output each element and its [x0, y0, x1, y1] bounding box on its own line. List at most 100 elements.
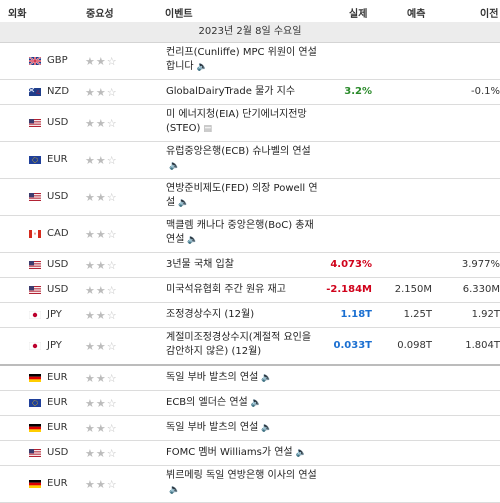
event-label[interactable]: 유럽중앙은행(ECB) 슈나벨의 연설 [166, 146, 311, 157]
event-row[interactable]: USD ★★☆ 미 에너지청(EIA) 단기에너지전망(STEO) ▤ [0, 105, 500, 142]
event-label[interactable]: GlobalDairyTrade 물가 지수 [166, 86, 295, 97]
importance-stars: ★★☆ [85, 309, 118, 322]
actual-value: 0.033T [333, 340, 372, 351]
currency-code: USD [47, 117, 69, 128]
event-name[interactable]: 독일 부바 발츠의 연설 🔈 [166, 421, 321, 435]
importance-stars: ★★☆ [85, 55, 118, 68]
event-row[interactable]: JPY ★★☆ 계절미조정경상수지(계절적 요인을 감안하지 않은) (12월) 0.… [0, 328, 500, 366]
forecast-value: 2.150M [394, 284, 432, 295]
event-name[interactable]: 독일 부바 발츠의 연설 🔈 [166, 371, 321, 385]
importance-stars: ★★☆ [85, 422, 118, 435]
actual-value: 1.18T [340, 309, 373, 320]
importance-stars: ★★☆ [85, 117, 118, 130]
importance-stars: ★★☆ [85, 397, 118, 410]
eu-flag-icon [29, 399, 41, 407]
event-name[interactable]: 연방준비제도(FED) 의장 Powell 연설 🔈 [166, 182, 321, 210]
event-name[interactable]: 미국석유협회 주간 원유 재고 [166, 283, 321, 297]
event-name[interactable]: 3년물 국채 입찰 [166, 258, 321, 272]
event-label[interactable]: 계절미조정경상수지(계절적 요인을 감안하지 않은) (12월) [166, 332, 311, 357]
importance-stars: ★★☆ [85, 478, 118, 491]
event-row[interactable]: EUR ★★☆ 유럽중앙은행(ECB) 슈나벨의 연설 🔈 [0, 142, 500, 179]
event-label[interactable]: 독일 부바 발츠의 연설 [166, 422, 258, 433]
importance-stars: ★★☆ [85, 191, 118, 204]
event-name[interactable]: 조정경상수지 (12월) [166, 308, 321, 322]
germany-flag-icon [29, 424, 41, 432]
currency-code: EUR [47, 397, 68, 408]
event-row[interactable]: EUR ★★☆ 독일 부바 발츠의 연설 🔈 [0, 366, 500, 391]
header-actual[interactable]: 실제 [349, 5, 367, 20]
event-row[interactable]: USD ★★☆ FOMC 멤버 Williams가 연설 🔈 [0, 441, 500, 466]
currency-code: JPY [47, 340, 62, 351]
importance-stars: ★★☆ [85, 447, 118, 460]
us-flag-icon [29, 261, 41, 269]
actual-value: -2.184M [326, 284, 372, 295]
event-label[interactable]: 미국석유협회 주간 원유 재고 [166, 284, 286, 295]
speaker-icon: 🔈 [295, 448, 307, 458]
event-name[interactable]: ECB의 엘더슨 연설 🔈 [166, 396, 321, 410]
event-row[interactable]: USD ★★☆ 3년물 국채 입찰 4.073% 3.977% [0, 253, 500, 278]
canada-flag-icon [29, 230, 41, 238]
previous-value: -0.1% [470, 86, 500, 97]
event-row[interactable]: JPY ★★☆ 조정경상수지 (12월) 1.18T 1.25T 1.92T [0, 303, 500, 328]
importance-stars: ★★☆ [85, 284, 118, 297]
currency-code: USD [47, 447, 69, 458]
currency-code: EUR [47, 422, 68, 433]
eu-flag-icon [29, 156, 41, 164]
event-label[interactable]: 뷔르메링 독일 연방은행 이사의 연설 [166, 470, 317, 481]
event-row[interactable]: NZD ★★☆ GlobalDairyTrade 물가 지수 3.2% -0.1% [0, 80, 500, 105]
currency-code: NZD [47, 86, 70, 97]
event-name[interactable]: 컨리프(Cunliffe) MPC 위원이 연설합니다 🔈 [166, 46, 321, 74]
previous-value: 6.330M [462, 284, 500, 295]
us-flag-icon [29, 449, 41, 457]
currency-code: USD [47, 191, 69, 202]
event-row[interactable]: GBP ★★☆ 컨리프(Cunliffe) MPC 위원이 연설합니다 🔈 [0, 43, 500, 80]
event-row[interactable]: USD ★★☆ 연방준비제도(FED) 의장 Powell 연설 🔈 [0, 179, 500, 216]
report-icon: ▤ [203, 124, 212, 134]
importance-stars: ★★☆ [85, 228, 118, 241]
us-flag-icon [29, 193, 41, 201]
header-event[interactable]: 이벤트 [165, 5, 193, 20]
event-name[interactable]: 유럽중앙은행(ECB) 슈나벨의 연설 🔈 [166, 145, 321, 173]
speaker-icon: 🔈 [261, 373, 273, 383]
event-label[interactable]: 독일 부바 발츠의 연설 [166, 372, 258, 383]
event-row[interactable]: USD ★★☆ 미국석유협회 주간 원유 재고 -2.184M 2.150M 6.330M [0, 278, 500, 303]
actual-value: 3.2% [344, 86, 372, 97]
speaker-icon: 🔈 [169, 161, 181, 171]
currency-code: EUR [47, 154, 68, 165]
event-row[interactable]: EUR ★★☆ ECB의 엘더슨 연설 🔈 [0, 391, 500, 416]
header-forecast[interactable]: 예측 [407, 5, 425, 20]
previous-value: 1.92T [471, 309, 500, 320]
forecast-value: 0.098T [397, 340, 432, 351]
germany-flag-icon [29, 374, 41, 382]
date-row: 2023년 2월 8일 수요일 [0, 22, 500, 43]
importance-stars: ★★☆ [85, 154, 118, 167]
event-row[interactable]: EUR ★★☆ 독일 부바 발츠의 연설 🔈 [0, 416, 500, 441]
speaker-icon: 🔈 [178, 198, 190, 208]
japan-flag-icon [28, 310, 42, 320]
header-previous[interactable]: 이전 [480, 5, 498, 20]
header-importance[interactable]: 중요성 [86, 5, 114, 20]
event-name[interactable]: GlobalDairyTrade 물가 지수 [166, 85, 321, 99]
event-label[interactable]: 3년물 국채 입찰 [166, 259, 234, 270]
event-label[interactable]: 컨리프(Cunliffe) MPC 위원이 연설합니다 [166, 47, 317, 72]
currency-code: USD [47, 284, 69, 295]
event-name[interactable]: FOMC 멤버 Williams가 연설 🔈 [166, 446, 321, 460]
event-label[interactable]: 조정경상수지 (12월) [166, 309, 254, 320]
event-name[interactable]: 뷔르메링 독일 연방은행 이사의 연설 🔈 [166, 469, 321, 497]
event-name[interactable]: 맥클렘 캐나다 중앙은행(BoC) 총재 연설 🔈 [166, 219, 321, 247]
header-currency[interactable]: 외화 [8, 5, 26, 20]
event-row[interactable]: CAD ★★☆ 맥클렘 캐나다 중앙은행(BoC) 총재 연설 🔈 [0, 216, 500, 253]
uk-flag-icon [28, 56, 42, 66]
speaker-icon: 🔈 [169, 485, 181, 495]
event-label[interactable]: 미 에너지청(EIA) 단기에너지전망(STEO) [166, 109, 307, 134]
event-row[interactable]: EUR ★★☆ 뷔르메링 독일 연방은행 이사의 연설 🔈 [0, 466, 500, 503]
currency-code: JPY [47, 309, 62, 320]
event-label[interactable]: FOMC 멤버 Williams가 연설 [166, 447, 293, 458]
event-name[interactable]: 미 에너지청(EIA) 단기에너지전망(STEO) ▤ [166, 108, 321, 136]
previous-value: 3.977% [461, 259, 500, 270]
currency-code: EUR [47, 372, 68, 383]
event-name[interactable]: 계절미조정경상수지(계절적 요인을 감안하지 않은) (12월) [166, 331, 321, 359]
event-label[interactable]: ECB의 엘더슨 연설 [166, 397, 248, 408]
actual-value: 4.073% [330, 259, 372, 270]
importance-stars: ★★☆ [85, 372, 118, 385]
